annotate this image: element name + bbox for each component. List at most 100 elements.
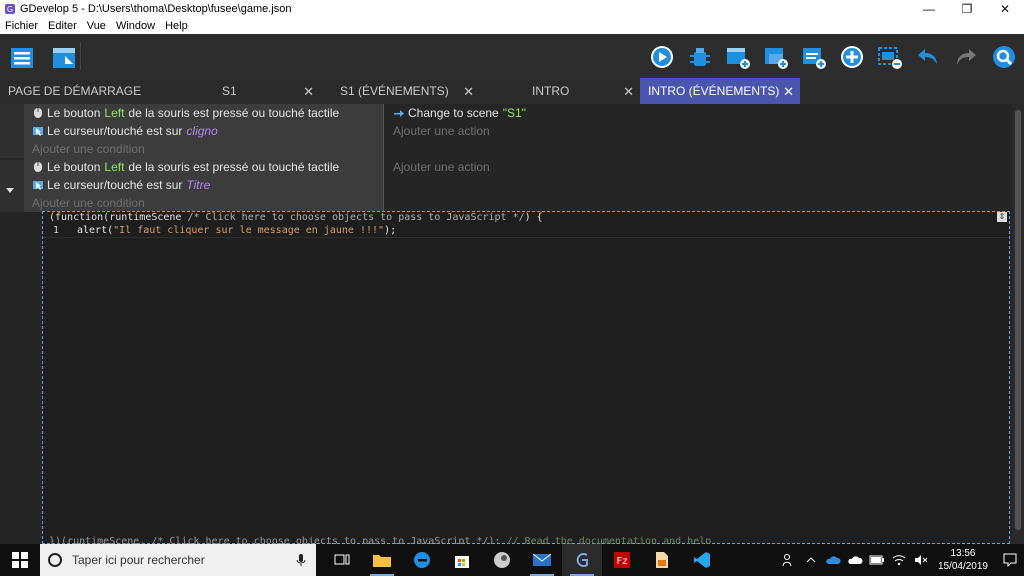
- condition-row[interactable]: Le curseur/touché est sur cligno: [24, 122, 383, 140]
- minimize-button[interactable]: —: [910, 0, 948, 18]
- add-event-button[interactable]: [722, 41, 754, 73]
- add-event-icon: [727, 48, 750, 69]
- taskbar-filezilla[interactable]: Fz: [602, 544, 642, 576]
- taskbar-file-explorer[interactable]: [362, 544, 402, 576]
- add-condition-button[interactable]: Ajouter une condition: [24, 140, 383, 158]
- javascript-code-event[interactable]: (function(runtimeScene /* Click here to …: [42, 211, 1010, 545]
- add-comment-icon: [803, 48, 826, 69]
- add-condition-button[interactable]: Ajouter une condition: [24, 194, 383, 212]
- onedrive-icon[interactable]: [823, 555, 843, 565]
- taskbar-document-app[interactable]: [642, 544, 682, 576]
- event-rail[interactable]: [0, 104, 24, 158]
- code-string: "Il faut cliquer sur le message en jaune…: [113, 225, 385, 236]
- scene-editor-button[interactable]: [48, 42, 80, 74]
- delete-selection-icon: [878, 47, 902, 69]
- tab-s1[interactable]: S1 ✕: [214, 78, 320, 104]
- object-name[interactable]: Titre: [186, 178, 210, 192]
- add-subevent-icon: [765, 48, 788, 69]
- folder-icon: [373, 555, 391, 567]
- mouse-button-value[interactable]: Left: [104, 106, 124, 120]
- project-manager-icon: [11, 48, 33, 68]
- event-block[interactable]: Le bouton Left de la souris est pressé o…: [24, 158, 1012, 212]
- taskbar-mail[interactable]: [522, 544, 562, 576]
- event-rail[interactable]: [0, 160, 24, 212]
- action-row[interactable]: Change to scene "S1": [385, 104, 1012, 122]
- gdevelop-app-icon: G: [4, 3, 16, 15]
- preview-button[interactable]: [646, 41, 678, 73]
- weather-cloud-icon[interactable]: [845, 555, 865, 565]
- taskbar-vscode[interactable]: [682, 544, 722, 576]
- scene-editor-icon: [53, 48, 75, 68]
- start-button[interactable]: [0, 544, 40, 576]
- undo-button[interactable]: [912, 41, 944, 73]
- battery-icon[interactable]: [867, 555, 887, 565]
- search-events-button[interactable]: [988, 41, 1020, 73]
- taskbar-gdevelop[interactable]: [562, 544, 602, 576]
- search-icon: [993, 46, 1015, 68]
- taskbar-steam[interactable]: [482, 544, 522, 576]
- search-input[interactable]: Taper ici pour rechercher: [72, 553, 205, 567]
- project-manager-button[interactable]: [6, 42, 38, 74]
- scene-name-value[interactable]: "S1": [503, 106, 526, 120]
- event-block[interactable]: Le bouton Left de la souris est pressé o…: [24, 104, 1012, 158]
- choose-objects-link[interactable]: /* Click here to choose objects to pass …: [187, 212, 524, 223]
- taskbar-store[interactable]: [442, 544, 482, 576]
- tab-page-de-demarrage[interactable]: PAGE DE DÉMARRAGE: [0, 78, 214, 104]
- close-icon[interactable]: ✕: [303, 84, 314, 100]
- close-icon[interactable]: ✕: [783, 84, 794, 100]
- add-subevent-button[interactable]: [760, 41, 792, 73]
- toolbar-separator: [80, 42, 81, 70]
- restore-button[interactable]: ❐: [948, 0, 986, 18]
- close-icon[interactable]: ✕: [623, 84, 634, 100]
- events-scrollbar[interactable]: [1012, 104, 1024, 544]
- condition-row[interactable]: Le bouton Left de la souris est pressé o…: [24, 158, 383, 176]
- tab-intro-evenements[interactable]: INTRO (ÉVÉNEMENTS) ✕: [640, 78, 800, 104]
- tab-intro[interactable]: INTRO ✕: [480, 78, 640, 104]
- svg-text:G: G: [7, 5, 13, 14]
- menu-window[interactable]: Window: [111, 20, 160, 32]
- add-action-button[interactable]: Ajouter une action: [385, 122, 1012, 140]
- js-function-header[interactable]: (function(runtimeScene /* Click here to …: [49, 212, 543, 223]
- actions-column: Change to scene "S1" Ajouter une action: [385, 104, 1012, 158]
- delete-selection-button[interactable]: [874, 41, 906, 73]
- task-view-button[interactable]: [322, 544, 362, 576]
- people-icon[interactable]: [779, 553, 799, 567]
- menu-editer[interactable]: Editer: [43, 20, 82, 32]
- mouse-button-value[interactable]: Left: [104, 160, 124, 174]
- menu-bar: Fichier Editer Vue Window Help: [0, 18, 1024, 34]
- condition-row[interactable]: Le curseur/touché est sur Titre: [24, 176, 383, 194]
- code-line[interactable]: 1 alert("Il faut cliquer sur le message …: [43, 224, 1009, 238]
- redo-button[interactable]: [950, 41, 982, 73]
- wifi-icon[interactable]: [889, 554, 909, 566]
- scrollbar-thumb[interactable]: [1015, 110, 1021, 530]
- add-action-button[interactable]: Ajouter une action: [385, 158, 1012, 176]
- taskbar-edge[interactable]: [402, 544, 442, 576]
- svg-text:Fz: Fz: [616, 556, 627, 567]
- taskbar-search[interactable]: Taper ici pour rechercher: [40, 544, 316, 576]
- notifications-icon[interactable]: [996, 553, 1024, 567]
- close-window-button[interactable]: ✕: [986, 0, 1024, 18]
- menu-help[interactable]: Help: [160, 20, 193, 32]
- menu-fichier[interactable]: Fichier: [0, 20, 43, 32]
- editor-tabs: PAGE DE DÉMARRAGE S1 ✕ S1 (ÉVÉNEMENTS) ✕…: [0, 78, 1024, 104]
- add-other-event-button[interactable]: [836, 41, 868, 73]
- object-name[interactable]: cligno: [186, 124, 217, 138]
- system-tray: 13:56 15/04/2019: [778, 544, 1024, 576]
- scene-change-icon: [393, 107, 405, 119]
- toggle-editor-size-icon[interactable]: ⇕: [997, 212, 1007, 222]
- debugger-button[interactable]: [684, 41, 716, 73]
- cursor-on-object-icon: [32, 125, 44, 137]
- line-number: 1: [52, 225, 59, 236]
- add-comment-button[interactable]: [798, 41, 830, 73]
- menu-vue[interactable]: Vue: [82, 20, 111, 32]
- condition-row[interactable]: Le bouton Left de la souris est pressé o…: [24, 104, 383, 122]
- volume-muted-icon[interactable]: [911, 554, 931, 566]
- microphone-icon[interactable]: [296, 553, 306, 570]
- redo-icon: [957, 49, 976, 65]
- chevron-up-icon[interactable]: [801, 557, 821, 563]
- clock[interactable]: 13:56 15/04/2019: [938, 547, 988, 573]
- tab-s1-evenements[interactable]: S1 (ÉVÉNEMENTS) ✕: [320, 78, 480, 104]
- conditions-column: Le bouton Left de la souris est pressé o…: [24, 158, 384, 212]
- tab-label: S1: [222, 84, 237, 98]
- close-icon[interactable]: ✕: [463, 84, 474, 100]
